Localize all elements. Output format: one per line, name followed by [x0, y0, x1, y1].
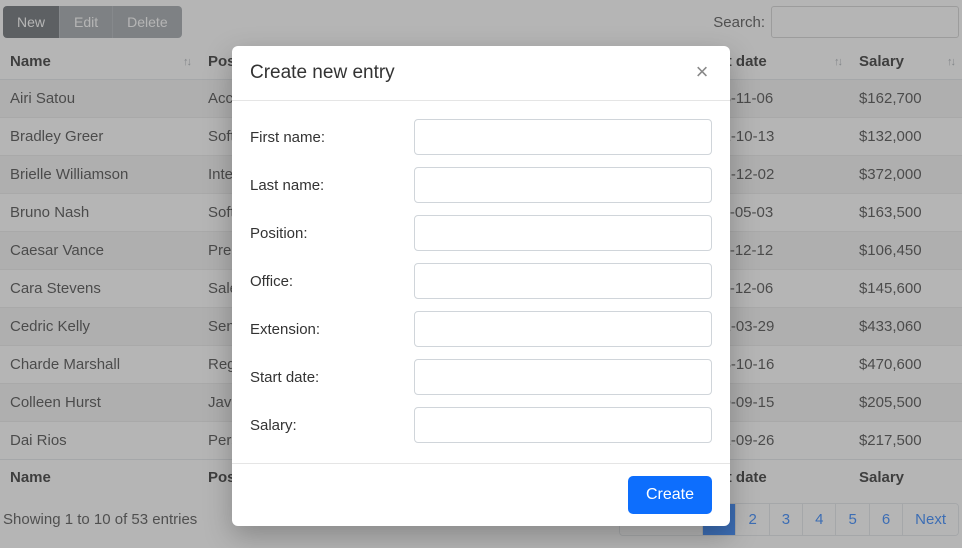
- form-row-last-name: Last name:: [250, 165, 712, 205]
- form-row-position: Position:: [250, 213, 712, 253]
- create-button[interactable]: Create: [628, 476, 712, 514]
- salary-label: Salary:: [250, 417, 414, 434]
- form-row-office: Office:: [250, 261, 712, 301]
- form-row-salary: Salary:: [250, 405, 712, 445]
- position-field[interactable]: [414, 215, 712, 251]
- last-name-field[interactable]: [414, 167, 712, 203]
- close-icon[interactable]: ×: [692, 63, 712, 83]
- form-row-start-date: Start date:: [250, 357, 712, 397]
- start-date-field[interactable]: [414, 359, 712, 395]
- first-name-label: First name:: [250, 129, 414, 146]
- extension-label: Extension:: [250, 321, 414, 338]
- form-row-first-name: First name:: [250, 117, 712, 157]
- form-row-extension: Extension:: [250, 309, 712, 349]
- last-name-label: Last name:: [250, 177, 414, 194]
- modal-title: Create new entry: [250, 62, 395, 84]
- position-label: Position:: [250, 225, 414, 242]
- extension-field[interactable]: [414, 311, 712, 347]
- first-name-field[interactable]: [414, 119, 712, 155]
- create-entry-modal: Create new entry × First name: Last name…: [232, 46, 730, 526]
- modal-body: First name: Last name: Position: Office:…: [232, 101, 730, 463]
- office-label: Office:: [250, 273, 414, 290]
- modal-header: Create new entry ×: [232, 46, 730, 101]
- start-date-label: Start date:: [250, 369, 414, 386]
- salary-field[interactable]: [414, 407, 712, 443]
- office-field[interactable]: [414, 263, 712, 299]
- modal-footer: Create: [232, 463, 730, 526]
